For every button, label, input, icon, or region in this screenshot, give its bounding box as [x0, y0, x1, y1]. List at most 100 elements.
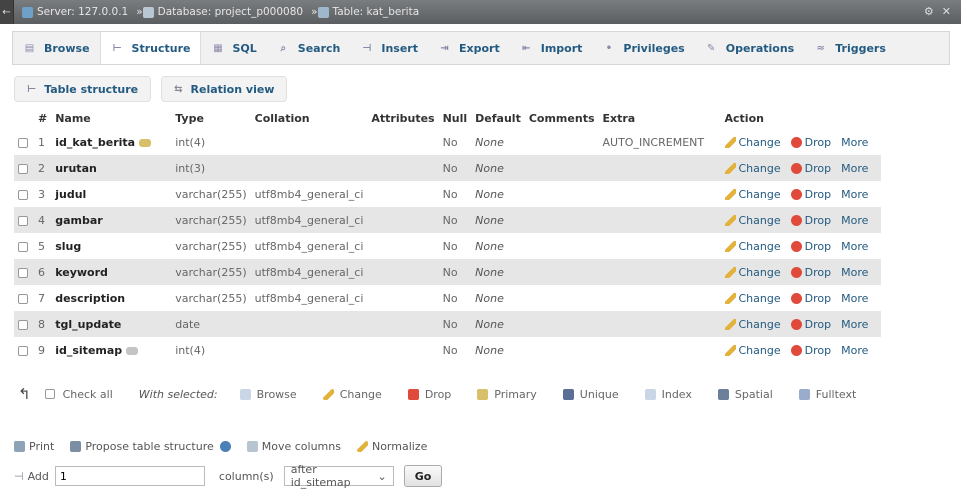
- row-checkbox[interactable]: [18, 345, 28, 356]
- more-menu[interactable]: More: [841, 344, 868, 357]
- column-comments: [524, 181, 599, 207]
- drop-link[interactable]: Drop: [790, 318, 831, 331]
- drop-link[interactable]: Drop: [790, 344, 831, 357]
- breadcrumb-server[interactable]: Server: 127.0.0.1: [22, 6, 128, 18]
- bulk-spatial-button[interactable]: Spatial: [717, 388, 773, 401]
- table-body: 1 id_kat_berita int(4) No None AUTO_INCREMENT…: [14, 129, 881, 363]
- column-position-select[interactable]: after id_sitemap ⌄: [283, 463, 394, 489]
- gear-icon[interactable]: ⚙: [924, 5, 934, 18]
- column-header-collation: Collation: [254, 111, 310, 125]
- add-count-input[interactable]: [54, 466, 205, 486]
- print-icon: [14, 441, 25, 452]
- row-checkbox[interactable]: [18, 267, 28, 278]
- more-menu[interactable]: More: [841, 214, 868, 227]
- collapse-button[interactable]: ←: [0, 0, 14, 24]
- check-all-checkbox[interactable]: [44, 389, 55, 399]
- triggers-icon: ≈: [816, 42, 825, 54]
- import-icon: ⇤: [522, 42, 531, 54]
- column-null: No: [438, 285, 472, 311]
- drop-link[interactable]: Drop: [790, 136, 831, 149]
- change-link[interactable]: Change: [724, 344, 781, 357]
- change-link[interactable]: Change: [724, 136, 781, 149]
- subtab-relation-view[interactable]: ⇆ Relation view: [161, 76, 288, 102]
- drop-link[interactable]: Drop: [790, 240, 831, 253]
- tab-triggers[interactable]: ≈ Triggers: [804, 32, 896, 64]
- change-link[interactable]: Change: [724, 162, 781, 175]
- tab-structure[interactable]: ⊢ Structure: [99, 32, 202, 64]
- move-columns-link[interactable]: Move columns: [246, 440, 341, 453]
- bulk-primary-button[interactable]: Primary: [477, 388, 537, 401]
- tab-browse[interactable]: ▤ Browse: [13, 32, 100, 64]
- propose-structure-link[interactable]: Propose table structure: [70, 440, 231, 453]
- go-button[interactable]: Go: [403, 465, 443, 487]
- column-default: None: [471, 311, 525, 337]
- close-icon[interactable]: ✕: [942, 5, 951, 18]
- more-menu[interactable]: More: [841, 318, 868, 331]
- row-checkbox[interactable]: [18, 319, 28, 330]
- column-extra: AUTO_INCREMENT: [598, 129, 721, 155]
- normalize-link[interactable]: Normalize: [356, 440, 427, 453]
- column-extra: [598, 181, 721, 207]
- drop-link[interactable]: Drop: [790, 292, 831, 305]
- help-icon[interactable]: [219, 441, 231, 452]
- change-link[interactable]: Change: [724, 188, 781, 201]
- row-checkbox[interactable]: [18, 137, 28, 148]
- drop-link[interactable]: Drop: [790, 162, 831, 175]
- column-type: int(4): [171, 337, 251, 363]
- more-menu[interactable]: More: [841, 240, 868, 253]
- breadcrumb-table[interactable]: Table: kat_berita: [317, 6, 419, 18]
- column-header-name[interactable]: Name: [51, 107, 171, 129]
- column-default: None: [471, 233, 525, 259]
- change-link[interactable]: Change: [724, 318, 781, 331]
- drop-icon: [790, 345, 802, 356]
- pencil-icon: [724, 137, 736, 148]
- row-actions: Change Drop More: [720, 285, 881, 311]
- more-menu[interactable]: More: [841, 292, 868, 305]
- drop-link[interactable]: Drop: [790, 188, 831, 201]
- row-checkbox[interactable]: [18, 241, 28, 252]
- print-link[interactable]: Print: [14, 440, 54, 453]
- check-all[interactable]: Check all: [44, 388, 113, 401]
- breadcrumb-database[interactable]: Database: project_p000080: [142, 6, 303, 18]
- row-checkbox[interactable]: [18, 215, 28, 226]
- column-attributes: [367, 207, 439, 233]
- column-collation: [250, 129, 368, 155]
- bulk-drop-button[interactable]: Drop: [407, 388, 451, 401]
- tab-privileges[interactable]: • Privileges: [592, 32, 694, 64]
- tab-sql[interactable]: ▦ SQL: [201, 32, 266, 64]
- change-link[interactable]: Change: [724, 214, 781, 227]
- row-checkbox[interactable]: [18, 189, 28, 200]
- change-link[interactable]: Change: [724, 266, 781, 279]
- tab-operations[interactable]: ✎ Operations: [695, 32, 805, 64]
- row-checkbox[interactable]: [18, 293, 28, 304]
- more-menu[interactable]: More: [841, 162, 868, 175]
- more-menu[interactable]: More: [841, 136, 868, 149]
- change-link[interactable]: Change: [724, 240, 781, 253]
- more-menu[interactable]: More: [841, 266, 868, 279]
- row-checkbox[interactable]: [18, 163, 28, 174]
- bulk-browse-button[interactable]: Browse: [239, 388, 297, 401]
- column-comments: [524, 259, 599, 285]
- drop-icon: [790, 215, 802, 226]
- more-menu[interactable]: More: [841, 188, 868, 201]
- bulk-change-button[interactable]: Change: [322, 388, 382, 401]
- column-name: id_kat_berita: [51, 129, 172, 155]
- tab-export[interactable]: ⇥ Export: [428, 32, 510, 64]
- bulk-fulltext-button[interactable]: Fulltext: [798, 388, 856, 401]
- column-collation: utf8mb4_general_ci: [250, 181, 368, 207]
- row-checkbox-cell: [14, 129, 34, 155]
- tab-search[interactable]: ⌕ Search: [267, 32, 351, 64]
- tab-insert[interactable]: ⊣ Insert: [350, 32, 428, 64]
- drop-link[interactable]: Drop: [790, 266, 831, 279]
- bulk-index-button[interactable]: Index: [644, 388, 692, 401]
- column-null: No: [438, 311, 472, 337]
- subtab-table-structure[interactable]: ⊢ Table structure: [14, 76, 152, 102]
- row-actions: Change Drop More: [720, 207, 881, 233]
- tab-import[interactable]: ⇤ Import: [510, 32, 593, 64]
- change-link[interactable]: Change: [724, 292, 781, 305]
- bulk-unique-button[interactable]: Unique: [562, 388, 619, 401]
- drop-link[interactable]: Drop: [790, 214, 831, 227]
- pencil-icon: [356, 441, 368, 452]
- insert-icon: ⊣: [14, 469, 24, 483]
- table-row: 6 keyword varchar(255) utf8mb4_general_ci No…: [14, 259, 881, 285]
